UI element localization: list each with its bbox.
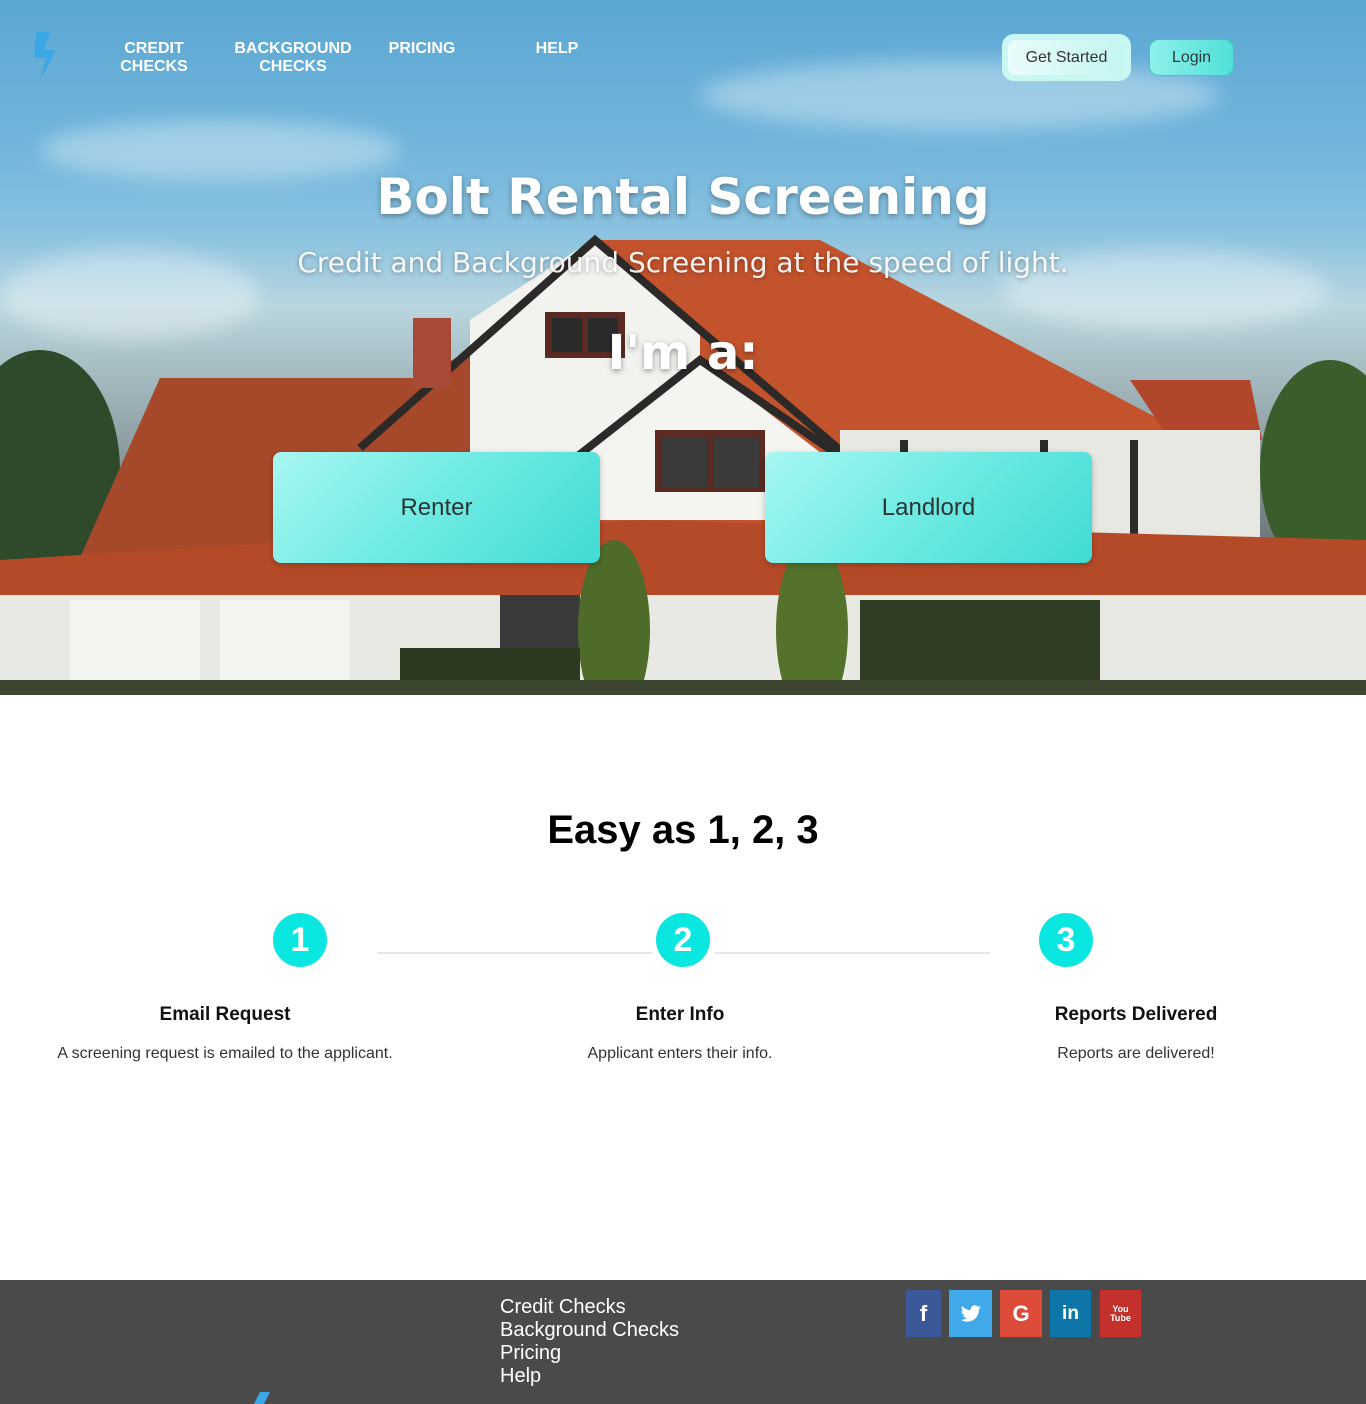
get-started-label: Get Started <box>1008 40 1125 75</box>
youtube-glyph: You Tube <box>1110 1303 1131 1323</box>
hero-subtitle: Credit and Background Screening at the s… <box>297 246 1069 279</box>
footer-link-pricing[interactable]: Pricing <box>500 1342 679 1365</box>
get-started-button[interactable]: Get Started <box>1002 34 1131 81</box>
nav-background-checks[interactable]: BACKGROUND CHECKS <box>230 40 356 76</box>
step-description: A screening request is emailed to the ap… <box>57 1045 393 1062</box>
step-description: Applicant enters their info. <box>587 1045 773 1062</box>
nav-label-line: CHECKS <box>120 58 188 75</box>
nav-label-line: HELP <box>535 40 579 57</box>
step-title: Enter Info <box>635 1004 725 1025</box>
nav-label-line: BACKGROUND <box>234 40 352 57</box>
login-button[interactable]: Login <box>1149 39 1234 76</box>
hero-section: CREDIT CHECKS BACKGROUND CHECKS PRICING … <box>0 0 1366 695</box>
nav-label-line: CREDIT <box>124 40 184 57</box>
step-description: Reports are delivered! <box>1057 1045 1215 1062</box>
youtube-icon[interactable]: You Tube <box>1100 1290 1141 1337</box>
steps-heading: Easy as 1, 2, 3 <box>547 808 819 852</box>
nav-pricing[interactable]: PRICING <box>382 40 462 58</box>
google-glyph: G <box>1012 1300 1030 1326</box>
facebook-icon[interactable]: f <box>906 1290 941 1337</box>
linkedin-icon[interactable]: in <box>1050 1290 1091 1337</box>
hero-title: Bolt Rental Screening <box>376 168 990 226</box>
footer-link-background-checks[interactable]: Background Checks <box>500 1319 679 1342</box>
google-icon[interactable]: G <box>1000 1290 1042 1337</box>
footer-link-help[interactable]: Help <box>500 1365 679 1388</box>
linkedin-glyph: in <box>1062 1302 1079 1324</box>
nav-credit-checks[interactable]: CREDIT CHECKS <box>113 40 195 76</box>
step-connector <box>715 952 990 954</box>
step-title: Reports Delivered <box>1054 1004 1218 1025</box>
step-connector <box>377 952 652 954</box>
footer-links: Credit Checks Background Checks Pricing … <box>500 1296 679 1388</box>
landlord-button[interactable]: Landlord <box>765 452 1092 563</box>
role-prompt: I'm a: <box>607 325 759 381</box>
footer-link-credit-checks[interactable]: Credit Checks <box>500 1296 679 1319</box>
twitter-icon[interactable] <box>949 1290 992 1337</box>
step-title: Email Request <box>159 1004 291 1025</box>
nav-label-line: CHECKS <box>259 58 327 75</box>
twitter-bird-glyph <box>960 1304 981 1322</box>
renter-button[interactable]: Renter <box>273 452 600 563</box>
facebook-glyph: f <box>919 1300 928 1326</box>
step-number-badge: 1 <box>273 913 327 967</box>
bolt-logo-icon[interactable] <box>30 30 66 82</box>
bolt-logo-icon <box>254 1392 270 1404</box>
footer: Credit Checks Background Checks Pricing … <box>0 1280 1366 1404</box>
step-number-badge: 2 <box>656 913 710 967</box>
nav-label-line: PRICING <box>388 40 456 57</box>
nav-help[interactable]: HELP <box>522 40 592 58</box>
step-number-badge: 3 <box>1039 913 1093 967</box>
